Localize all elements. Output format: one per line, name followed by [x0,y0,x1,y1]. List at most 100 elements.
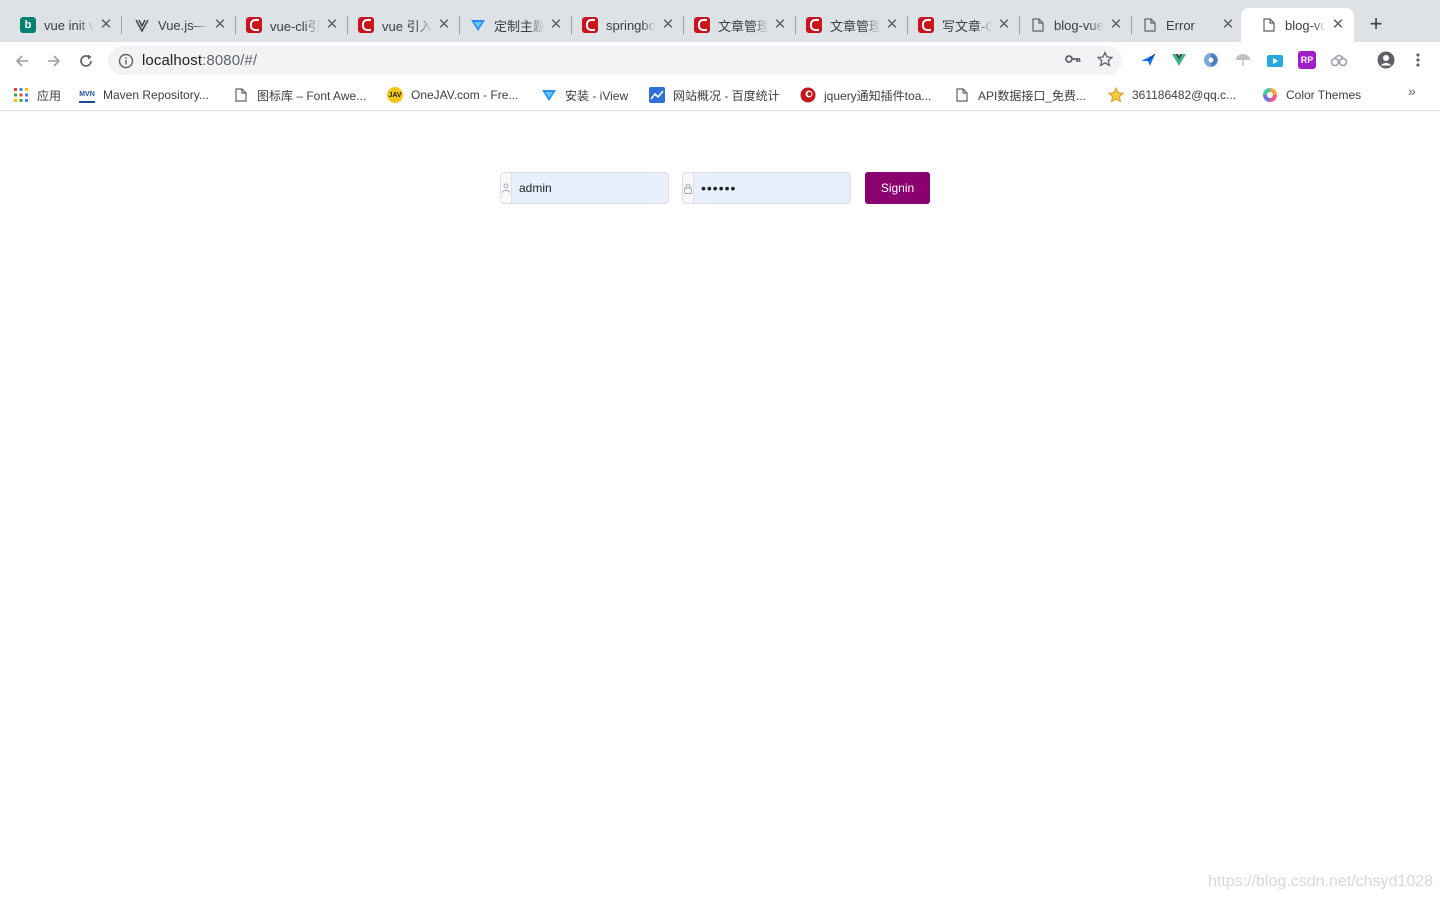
bookmark-color-themes[interactable]: Color Themes [1262,84,1361,106]
profile-avatar-icon[interactable] [1377,51,1395,69]
password-key-button[interactable] [1063,49,1083,69]
tab-title: springbo [606,17,656,33]
browser-tab[interactable]: vue 引入 ✕ [338,8,460,42]
tab-title: vue 引入 [382,18,432,34]
tab-title: 文章管理 [718,18,768,34]
password-input[interactable] [694,173,850,203]
bookmark-apps[interactable]: 应用 [13,84,61,106]
bing-icon: b [20,17,36,33]
tab-title: blog-vue [1054,17,1104,33]
tab-title: 文章管理 [830,18,880,34]
document-icon [1030,17,1046,33]
tab-title: blog-vue [1285,17,1326,33]
red-circle-icon [800,87,816,103]
jav-icon: JAV [387,87,403,103]
bookmark-qq-mail[interactable]: 361186482@qq.c... [1108,84,1236,106]
info-icon[interactable] [118,53,134,69]
close-tab-icon[interactable]: ✕ [1220,17,1236,33]
document-icon [1261,17,1277,33]
bookmark-label: 应用 [37,88,62,103]
menu-kebab-icon[interactable] [1409,51,1427,69]
url-host: localhost [142,52,203,69]
username-input[interactable] [512,173,668,203]
browser-tab[interactable]: Vue.js— ✕ [114,8,236,42]
iview-icon [541,87,557,103]
rp-extension-icon[interactable]: RP [1298,51,1316,69]
csdn-icon [918,17,934,33]
key-icon [1065,55,1081,63]
new-tab-button[interactable]: + [1364,13,1388,37]
browser-tab[interactable]: 文章管理 ✕ [674,8,796,42]
reload-button[interactable] [73,49,99,73]
bookmark-baidu-tongji[interactable]: 网站概况 - 百度统计 [649,84,780,106]
browser-tab[interactable]: b vue init v ✕ [0,8,122,42]
reload-icon [80,54,92,67]
watermark: https://blog.csdn.net/chsyd1028 [1208,873,1434,890]
csdn-icon [246,17,262,33]
browser-tab-active[interactable]: blog-vue ✕ [1241,8,1354,42]
document-icon [954,87,970,103]
chart-icon [649,87,665,103]
password-field [682,172,851,204]
forward-button[interactable] [41,49,67,73]
close-tab-icon[interactable]: ✕ [98,17,114,33]
forward-arrow-icon [48,55,61,67]
csdn-icon [694,17,710,33]
bookmark-label: OneJAV.com - Fre... [411,88,519,102]
apps-grid-icon [13,87,29,103]
bookmark-iview[interactable]: 安装 - iView [541,84,628,106]
video-extension-icon[interactable] [1266,51,1284,69]
browser-tab[interactable]: springbo ✕ [562,8,684,42]
bookmark-api[interactable]: API数据接口_免费... [954,84,1086,106]
translate-extension-icon[interactable] [1202,51,1220,69]
swift-extension-icon[interactable] [1139,51,1157,69]
document-icon [233,87,249,103]
bookmark-label: API数据接口_免费... [978,88,1087,103]
bookmark-label: jquery通知插件toa... [824,88,932,103]
iview-icon [470,17,486,33]
browser-tab[interactable]: 定制主题 ✕ [450,8,572,42]
maven-icon: MVN [79,87,95,103]
tab-title: Error [1166,17,1195,33]
browser-tab[interactable]: 文章管理 ✕ [786,8,908,42]
tab-title: 定制主题 [494,18,544,34]
bookmark-label: 网站概况 - 百度统计 [673,88,780,103]
close-tab-icon[interactable]: ✕ [1330,17,1346,33]
bookmark-label: 361186482@qq.c... [1132,88,1237,102]
bookmark-star-button[interactable] [1095,49,1115,69]
bookmark-label: 图标库 – Font Awe... [257,88,367,103]
back-button[interactable] [9,49,35,73]
more-bookmarks-chevron-icon[interactable]: » [1408,83,1416,99]
vue-js-icon [134,17,150,33]
bookmark-label: Color Themes [1286,88,1362,102]
bookmark-onejav[interactable]: JAV OneJAV.com - Fre... [387,84,518,106]
tab-strip: b vue init v ✕ Vue.js— ✕ vue-cli引 ✕ vue … [0,0,1440,42]
bookmarks-bar: 应用 MVN Maven Repository... 图标库 – Font Aw… [0,80,1440,111]
bookmark-jquery-toast[interactable]: jquery通知插件toa... [800,84,931,106]
bookmark-label: 安装 - iView [565,88,629,103]
address-bar[interactable]: localhost:8080/#/ [108,46,1122,75]
tab-title: 写文章-C [942,18,992,34]
page-content: Signin [0,111,1440,900]
csdn-icon [806,17,822,33]
umbrella-extension-icon[interactable] [1234,51,1252,69]
tab-title: vue init v [44,17,94,33]
username-field [500,172,669,204]
vue-devtools-icon[interactable] [1170,51,1188,69]
url-text: localhost:8080/#/ [142,52,257,69]
url-path: :8080/#/ [202,52,258,69]
signin-button[interactable]: Signin [865,172,930,204]
bookmark-font-awesome[interactable]: 图标库 – Font Awe... [233,84,366,106]
browser-tab[interactable]: blog-vue ✕ [1010,8,1132,42]
tab-title: Vue.js— [158,17,207,33]
star-outline-icon [1097,51,1113,67]
bookmark-maven[interactable]: MVN Maven Repository... [79,84,209,106]
lock-icon [683,173,694,203]
bookmark-label: Maven Repository... [103,88,209,102]
color-wheel-icon [1262,87,1278,103]
browser-tab[interactable]: 写文章-C ✕ [898,8,1020,42]
browser-tab[interactable]: vue-cli引 ✕ [226,8,348,42]
link-extension-icon[interactable] [1330,51,1348,69]
browser-tab[interactable]: Error ✕ [1122,8,1244,42]
tab-title: vue-cli引 [270,18,320,34]
